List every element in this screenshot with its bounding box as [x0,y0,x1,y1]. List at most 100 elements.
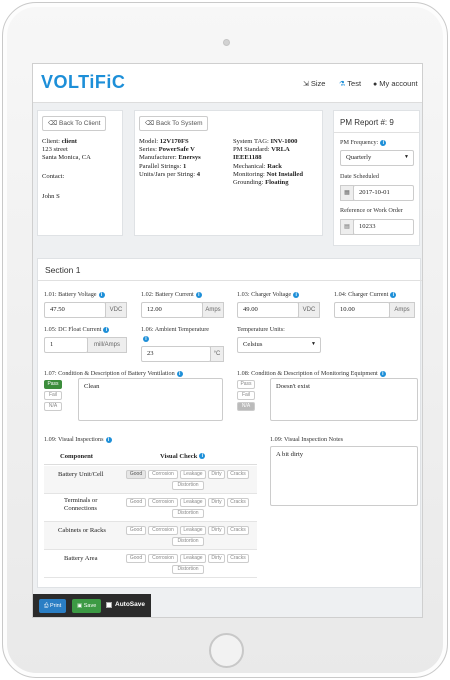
check-distortion[interactable]: Distortion [172,565,204,574]
chevron-down-icon: ▼ [311,342,316,347]
check-corrosion[interactable]: Corrosion [148,526,178,535]
dc-float-current-label: 1.05: DC Float Current i [44,326,110,333]
spec-parallel-strings: Parallel Strings: 1 [139,163,201,171]
back-to-system-button[interactable]: ⌫ Back To System [139,116,209,131]
pm-frequency-select[interactable]: Quarterly ▼ [340,150,414,166]
check-cracks[interactable]: Cracks [227,526,249,535]
spec-units-per-string: Units/Jars per String: 4 [139,171,201,179]
save-label: Save [83,603,97,609]
check-dirty[interactable]: Dirty [208,554,225,563]
ventilation-fail-button[interactable]: Fail [44,391,62,400]
nav-test[interactable]: ⚗ Test [339,79,361,88]
calendar-icon[interactable]: ▦ [340,185,354,201]
pm-frequency-label: PM Frequency: i [340,139,387,146]
info-icon[interactable]: i [143,336,149,342]
check-cracks[interactable]: Cracks [227,498,249,507]
info-icon[interactable]: i [379,370,386,377]
check-distortion[interactable]: Distortion [172,509,204,518]
spec-value: Floating [265,179,289,187]
ambient-temp-input[interactable]: 23 [141,346,211,362]
check-leakage[interactable]: Leakage [180,498,206,507]
ambient-temp-text: 1.06: Ambient Temperature [141,326,210,333]
battery-current-input[interactable]: 12.00 [141,302,203,318]
nav-size[interactable]: ⇲ Size [303,79,325,88]
check-good[interactable]: Good [126,526,146,535]
check-good[interactable]: Good [126,470,146,479]
client-contact: John S [42,193,60,200]
spec-label: System TAG: [233,138,269,145]
save-button[interactable]: ▣ Save [72,599,102,613]
check-distortion[interactable]: Distortion [172,537,204,546]
charger-voltage-input[interactable]: 49.00 [237,302,299,318]
section-1-panel: Section 1 1.01: Battery Voltage i 47.50 V… [37,258,422,588]
battery-current-text: 1.02: Battery Current [141,291,194,298]
component-name: Terminals or Connections [64,497,98,513]
info-icon[interactable]: i [380,139,387,146]
info-icon[interactable]: i [103,326,110,333]
reference-input[interactable]: 10233 [353,219,414,235]
check-good[interactable]: Good [126,498,146,507]
component-column-header: Component [60,453,93,460]
info-icon[interactable]: i [199,453,206,460]
component-name: Cabinets or Racks [58,527,106,534]
monitoring-text: 1.08: Condition & Description of Monitor… [237,370,378,377]
check-corrosion[interactable]: Corrosion [148,554,178,563]
back-icon: ⌫ [48,120,59,127]
section-title: Section 1 [38,259,422,281]
check-corrosion[interactable]: Corrosion [148,498,178,507]
check-good[interactable]: Good [126,554,146,563]
info-icon[interactable]: i [390,291,397,298]
spec-series: Series: PowerSafe V [139,146,201,154]
charger-voltage-label: 1.03: Charger Voltage i [237,291,300,298]
check-cracks[interactable]: Cracks [227,554,249,563]
dc-float-current-input[interactable]: 1 [44,337,88,353]
info-icon[interactable]: i [293,291,300,298]
check-leakage[interactable]: Leakage [180,554,206,563]
nav-test-label: Test [347,79,362,88]
spec-model: Model: 12V170FS [139,138,201,146]
home-button[interactable] [209,633,244,668]
check-dirty[interactable]: Dirty [208,498,225,507]
spec-manufacturer: Manufacturer: Enersys [139,154,201,162]
action-bar: ⎙ Print ▣ Save AutoSave [33,594,151,617]
pm-report-label: PM Report #: [340,118,388,127]
spec-label: Monitoring: [233,170,265,178]
check-corrosion[interactable]: Corrosion [148,470,178,479]
spec-ieee: IEEE1188 [233,154,303,162]
back-to-client-button[interactable]: ⌫ Back To Client [42,116,107,131]
visual-inspections-text: 1.09: Visual Inspections [44,436,104,443]
pm-frequency-text: PM Frequency: [340,139,379,146]
battery-voltage-input[interactable]: 47.50 [44,302,106,318]
nav-account[interactable]: ● My account [373,79,418,88]
check-leakage[interactable]: Leakage [180,526,206,535]
check-dirty[interactable]: Dirty [208,470,225,479]
inspection-notes-textarea[interactable]: A bit dirty [270,446,418,506]
date-scheduled-label: Date Scheduled [340,173,380,180]
temperature-units-select[interactable]: Celsius ▼ [237,337,321,353]
check-distortion[interactable]: Distortion [172,481,204,490]
info-icon[interactable]: i [105,436,112,443]
monitoring-pass-button[interactable]: Pass [237,380,255,389]
app-logo[interactable]: VOLTiFiC [41,72,125,93]
ventilation-pass-button[interactable]: Pass [44,380,62,389]
monitoring-na-button[interactable]: N/A [237,402,255,411]
info-icon[interactable]: i [176,370,183,377]
check-cracks[interactable]: Cracks [227,470,249,479]
ventilation-textarea[interactable]: Clean [78,378,223,421]
info-icon[interactable]: i [98,291,105,298]
autosave-checkbox[interactable] [106,602,112,608]
ventilation-na-button[interactable]: N/A [44,402,62,411]
print-button[interactable]: ⎙ Print [39,599,67,613]
monitoring-textarea[interactable]: Doesn't exist [270,378,418,421]
check-dirty[interactable]: Dirty [208,526,225,535]
charger-current-input[interactable]: 10.00 [334,302,390,318]
client-contact-label: Contact: [42,173,65,180]
info-icon[interactable]: i [195,291,202,298]
date-scheduled-input[interactable]: 2017-10-01 [353,185,414,201]
monitoring-fail-button[interactable]: Fail [237,391,255,400]
charger-voltage-unit: VDC [298,302,320,318]
back-to-client-label: Back To Client [59,120,101,127]
client-name-row: Client: client [42,138,77,146]
check-leakage[interactable]: Leakage [180,470,206,479]
table-row: Terminals or Connections Good Corrosion … [44,494,257,522]
